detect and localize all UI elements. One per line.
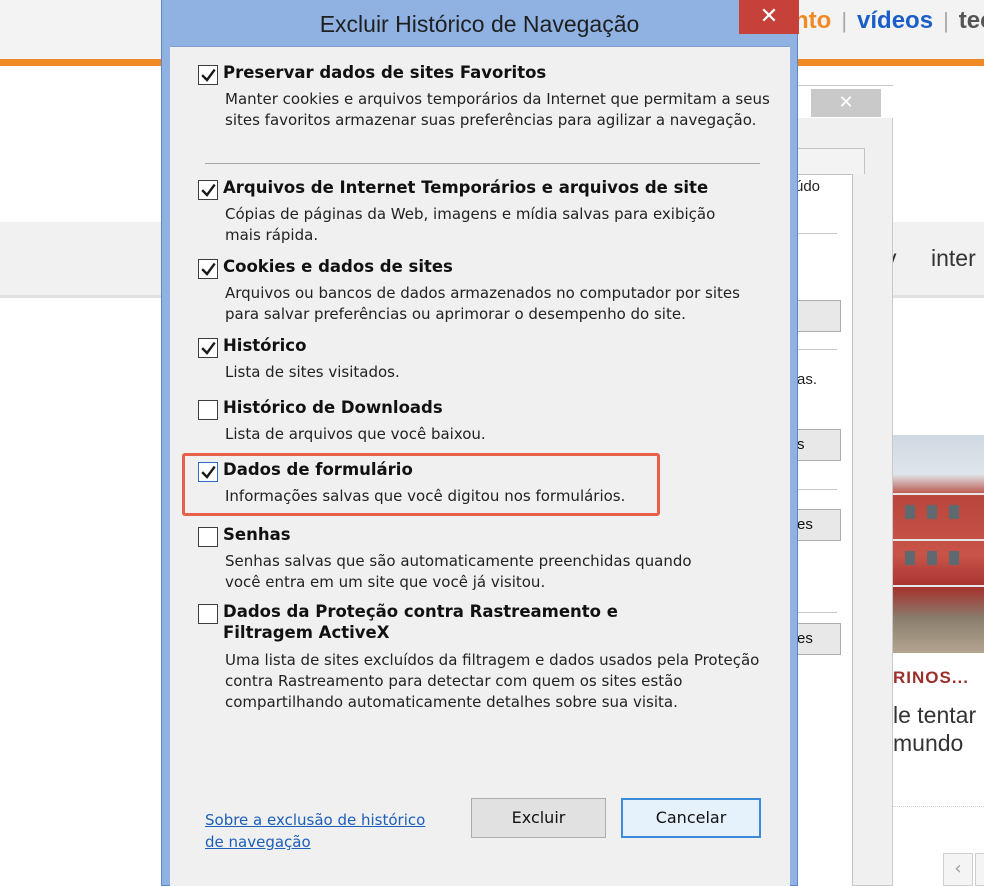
cancel-button[interactable]: Cancelar	[621, 798, 761, 838]
delete-browsing-history-dialog: Excluir Histórico de Navegação ✕ Preserv…	[161, 0, 799, 886]
option-description: Cópias de páginas da Web, imagens e mídi…	[225, 205, 716, 223]
option-description: mais rápida.	[225, 226, 319, 244]
article-kicker[interactable]: RINOS...	[893, 668, 969, 688]
option-title-line2[interactable]: Filtragem ActiveX	[223, 623, 389, 642]
dialog-title: Excluir Histórico de Navegação	[319, 11, 640, 37]
delete-button[interactable]: Excluir	[471, 798, 606, 838]
separator-line	[205, 163, 760, 164]
check-icon	[201, 262, 216, 276]
article-photo[interactable]	[893, 435, 984, 653]
option-title[interactable]: Histórico de Downloads	[223, 398, 443, 417]
nav-item-tec[interactable]: tec	[959, 7, 984, 35]
option-title[interactable]: Senhas	[223, 525, 291, 544]
nav-item-partial[interactable]: nto	[794, 7, 831, 35]
option-title[interactable]: Dados da Proteção contra Rastreamento e	[223, 602, 618, 621]
nav-item-videos[interactable]: vídeos	[857, 7, 933, 35]
article-headline-line[interactable]: mundo	[893, 730, 963, 757]
internet-options-close-button[interactable]: ✕	[811, 89, 881, 117]
check-icon	[201, 183, 216, 197]
option-description: sites favoritos armazenar suas preferênc…	[225, 111, 757, 129]
option-title[interactable]: Histórico	[223, 336, 306, 355]
option-description: Arquivos ou bancos de dados armazenados …	[225, 284, 740, 302]
site-nav: nto | vídeos | tec	[794, 4, 984, 38]
option-description: Uma lista de sites excluídos da filtrage…	[225, 651, 760, 669]
panel-button[interactable]: es	[797, 509, 841, 541]
dialog-body: Preservar dados de sites Favoritos Mante…	[170, 46, 790, 886]
internet-options-panel: údo as. s es es	[795, 174, 853, 886]
option-description: Informações salvas que você digitou nos …	[225, 487, 626, 505]
checkbox[interactable]	[198, 527, 218, 547]
option-description: Lista de arquivos que você baixou.	[225, 425, 486, 443]
option-description: você entra em um site que você já visito…	[225, 573, 546, 591]
panel-text-fragment: as.	[797, 371, 818, 388]
checkbox[interactable]	[198, 338, 218, 358]
panel-button[interactable]	[797, 300, 841, 332]
option-title[interactable]: Cookies e dados de sites	[223, 257, 453, 276]
help-link[interactable]: Sobre a exclusão de histórico de navegaç…	[205, 809, 425, 853]
check-icon	[201, 68, 216, 82]
checkbox[interactable]	[198, 400, 218, 420]
checkbox[interactable]	[198, 259, 218, 279]
help-link-line[interactable]: Sobre a exclusão de histórico	[205, 811, 425, 829]
checkbox[interactable]	[198, 604, 218, 624]
option-description: Manter cookies e arquivos temporários da…	[225, 90, 770, 108]
checkbox[interactable]	[198, 65, 218, 85]
checkbox[interactable]	[198, 180, 218, 200]
category-item-inter[interactable]: inter	[931, 245, 976, 272]
checkbox[interactable]	[198, 462, 218, 482]
scroll-right-button[interactable]	[975, 853, 984, 886]
option-description: Lista de sites visitados.	[225, 363, 400, 381]
close-button[interactable]: ✕	[739, 0, 799, 34]
panel-button[interactable]: s	[797, 429, 841, 461]
internet-options-tab[interactable]	[797, 148, 865, 174]
panel-text-fragment: údo	[795, 178, 821, 195]
option-description: compartilhando automaticamente detalhes …	[225, 693, 678, 711]
nav-separator: |	[841, 8, 848, 33]
internet-options-dialog: ✕ údo as. s es es	[795, 85, 893, 886]
help-link-line[interactable]: de navegação	[205, 833, 311, 851]
article-divider	[893, 806, 984, 807]
option-title[interactable]: Preservar dados de sites Favoritos	[223, 63, 546, 82]
check-icon	[201, 465, 216, 479]
option-description: Senhas salvas que são automaticamente pr…	[225, 552, 692, 570]
option-description: contra Rastreamento para detectar com qu…	[225, 672, 683, 690]
check-icon	[201, 341, 216, 355]
nav-separator: |	[943, 8, 949, 33]
article-headline-line[interactable]: le tentar	[893, 702, 976, 729]
option-title[interactable]: Dados de formulário	[223, 460, 413, 479]
panel-button[interactable]: es	[797, 623, 841, 655]
scroll-left-button[interactable]: ‹	[943, 853, 973, 886]
option-title[interactable]: Arquivos de Internet Temporários e arqui…	[223, 178, 708, 197]
option-description: para salvar preferências ou aprimorar o …	[225, 305, 686, 323]
